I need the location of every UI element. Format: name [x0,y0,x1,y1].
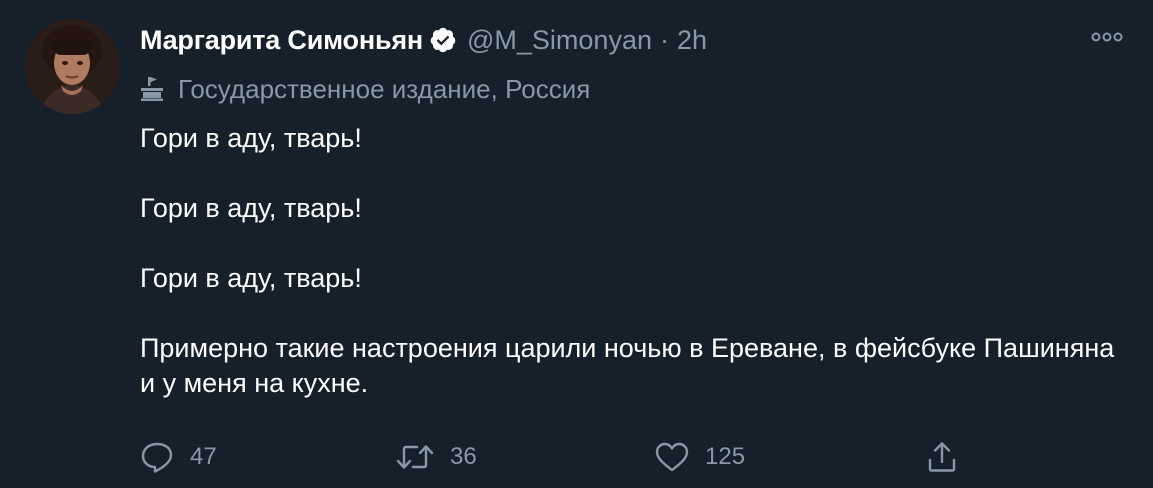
tweet-header: Маргарита Симоньян @M_Simonyan · 2h [140,22,707,58]
tweet-timestamp[interactable]: 2h [677,25,707,56]
retweet-count: 36 [450,443,477,470]
author-name[interactable]: Маргарита Симоньян [140,25,423,56]
more-options-icon[interactable] [1090,30,1124,44]
avatar[interactable] [25,19,120,114]
verified-badge-icon [430,27,456,53]
share-icon [928,442,956,472]
retweet-button[interactable]: 36 [396,440,477,474]
tweet-paragraph: Гори в аду, тварь! [140,193,362,223]
tweet-paragraph: Гори в аду, тварь! [140,123,362,153]
state-media-label[interactable]: Государственное издание, Россия [140,72,590,106]
heart-icon [655,442,689,472]
share-button[interactable] [926,440,958,474]
avatar-image [25,19,120,114]
author-handle[interactable]: @M_Simonyan [467,25,652,56]
reply-icon [141,442,173,473]
tweet-paragraph: Гори в аду, тварь! [140,263,362,293]
like-count: 125 [705,443,746,470]
separator-dot: · [659,24,669,55]
retweet-icon [396,445,434,469]
tweet-text: Гори в аду, тварь! Гори в аду, тварь! Го… [140,121,1120,401]
state-media-label-text: Государственное издание, Россия [178,73,591,104]
reply-button[interactable]: 47 [140,440,217,474]
like-button[interactable]: 125 [655,440,745,474]
reply-count: 47 [190,443,217,470]
tweet-paragraph: Примерно такие настроения царили ночью в… [140,333,1115,398]
government-building-icon [141,77,163,101]
